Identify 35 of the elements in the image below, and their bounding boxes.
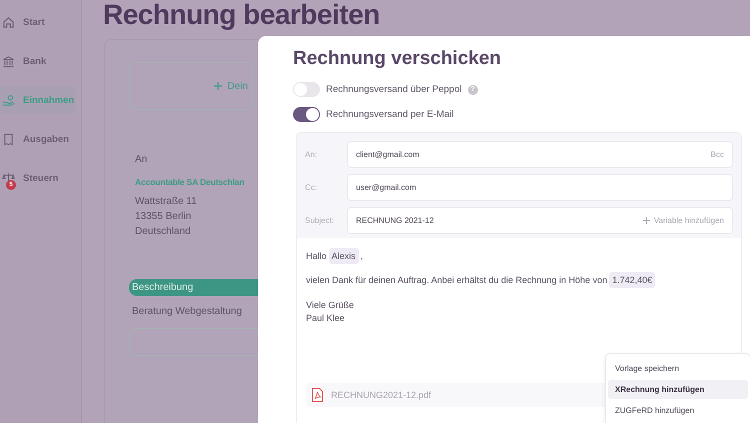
toggle-switch[interactable] xyxy=(293,82,320,97)
punctuation: , xyxy=(360,251,364,261)
description-text: Beratung Webgestaltung xyxy=(131,306,242,317)
menu-item[interactable]: Vorlage speichern xyxy=(608,359,748,378)
input-field[interactable]: user@gmail.com xyxy=(347,174,733,201)
closing-line: Viele Grüße xyxy=(306,300,355,310)
dialog-title: Rechnung verschicken xyxy=(293,48,502,70)
company-name: Accountable SA Deutschlan xyxy=(135,177,244,187)
address-line: Deutschland xyxy=(135,226,191,237)
field-label: Cc: xyxy=(305,183,318,192)
address-line: 13355 Berlin xyxy=(135,211,192,222)
toggle-label: Rechnungsversand über Peppol xyxy=(326,84,462,95)
field-label: An: xyxy=(305,150,318,159)
toggle-switch[interactable] xyxy=(293,107,320,122)
address-line: Wattstraße 11 xyxy=(135,196,197,207)
input-field[interactable]: client@gmail.com Bcc xyxy=(347,141,733,168)
plus-icon xyxy=(214,82,222,90)
message-text: vielen Dank für deinen Auftrag. Anbei erhältst du die Rechnung in Höhe von xyxy=(306,275,608,285)
table-header: Beschreibung xyxy=(129,279,259,296)
pdf-icon xyxy=(312,388,323,402)
bank-icon xyxy=(2,54,15,68)
closing-line: Paul Klee xyxy=(306,313,346,323)
hand-coins-icon xyxy=(2,94,15,106)
receipt-icon xyxy=(2,132,15,146)
page-title: Rechnung bearbeiten xyxy=(103,0,381,31)
greeting-text: Hallo xyxy=(306,251,327,261)
variable-chip[interactable]: 1.742,40€ xyxy=(609,272,656,288)
recipient-label: An xyxy=(135,154,148,165)
field-label: Subject: xyxy=(305,216,335,225)
input-field[interactable]: RECHNUNG 2021-12 Variable hinzufügen xyxy=(347,207,733,234)
variable-chip[interactable]: Alexis xyxy=(328,248,359,264)
menu-item[interactable]: XRechnung hinzufügen xyxy=(608,380,748,399)
home-icon xyxy=(2,16,15,28)
toggle-label: Rechnungsversand per E-Mail xyxy=(326,109,454,120)
plus-icon xyxy=(642,217,650,224)
